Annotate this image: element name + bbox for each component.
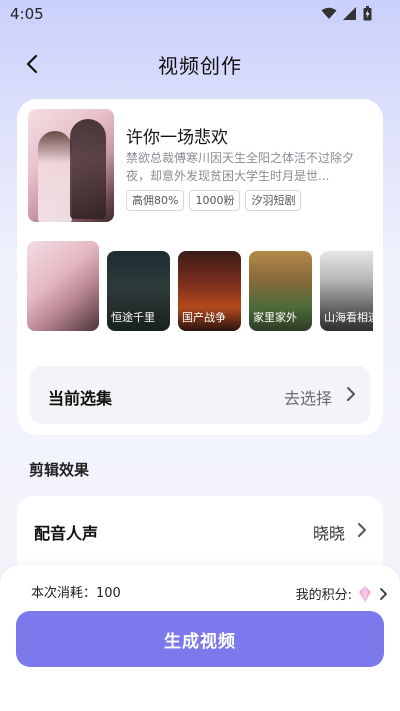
status-icons (321, 6, 372, 21)
drama-title: 许你一场悲欢 (126, 128, 228, 148)
edit-effects-title: 剪辑效果 (29, 461, 90, 479)
signal-icon (343, 7, 356, 20)
drama-thumbnail[interactable]: 家里家外 (249, 251, 312, 331)
cost-text: 本次消耗：100 (31, 586, 121, 601)
chevron-right-icon (358, 523, 366, 537)
crystal-icon (359, 585, 371, 602)
points-link[interactable]: 我的积分: (296, 584, 388, 603)
drama-description: 禁欲总裁傅寒川因天生全阳之体活不过除夕夜，却意外发现贫困大学生时月是世... (126, 151, 355, 183)
episode-select-action: 去选择 (283, 389, 332, 408)
drama-thumbnail-list[interactable]: 恒途千里 国产战争 家里家外 山海看相逢 (27, 241, 373, 331)
tag-followers: 1000粉 (189, 190, 241, 211)
page-title: 视频创作 (158, 54, 242, 78)
chevron-right-icon (380, 587, 387, 600)
bottom-action-panel: 本次消耗：100 我的积分: 生成视频 (0, 565, 400, 711)
drama-thumbnail[interactable]: 山海看相逢 (320, 251, 373, 331)
voice-value: 晓晓 (312, 524, 345, 543)
drama-cover-image[interactable] (28, 109, 114, 222)
points-label: 我的积分: (295, 588, 352, 603)
generate-video-button[interactable]: 生成视频 (16, 611, 384, 667)
thumbnail-caption: 家里家外 (253, 311, 297, 324)
status-bar: 4:05 (0, 0, 400, 28)
thumbnail-caption: 恒途千里 (111, 311, 155, 324)
tag-commission: 高佣80% (126, 190, 185, 211)
tag-studio: 汐羽短剧 (245, 190, 302, 211)
status-time: 4:05 (10, 5, 44, 23)
thumbnail-caption: 山海看相逢 (324, 311, 373, 324)
drama-thumbnail[interactable]: 国产战争 (178, 251, 241, 331)
battery-icon (363, 6, 372, 21)
thumbnail-caption: 国产战争 (182, 311, 226, 324)
episode-selector[interactable]: 当前选集 去选择 (30, 366, 370, 424)
voice-label: 配音人声 (34, 524, 99, 543)
drama-thumbnail[interactable] (27, 241, 99, 331)
chevron-right-icon (347, 387, 355, 401)
episode-label: 当前选集 (48, 389, 113, 408)
wifi-icon (321, 7, 337, 19)
drama-thumbnail[interactable]: 恒途千里 (107, 251, 170, 331)
drama-tags: 高佣80% 1000粉 汐羽短剧 (126, 190, 302, 211)
drama-card: 许你一场悲欢 禁欲总裁傅寒川因天生全阳之体活不过除夕夜，却意外发现贫困大学生时月… (17, 99, 383, 435)
